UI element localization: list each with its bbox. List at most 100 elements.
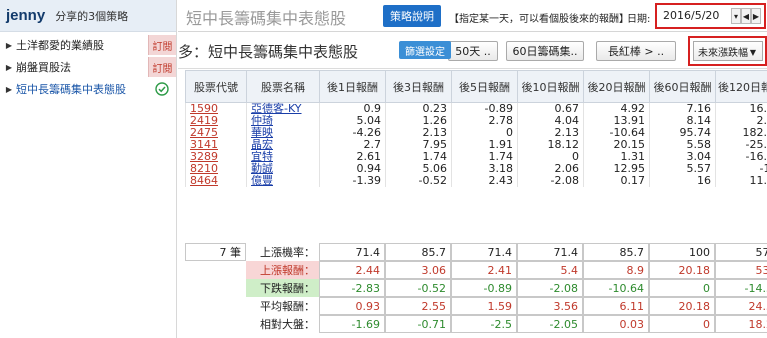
column-header-120d[interactable]: 後120日報酬: [715, 70, 767, 103]
summary-value: 71.4: [517, 243, 583, 261]
table-row[interactable]: 8464億豐-1.39-0.522.43-2.080.171611.18: [185, 175, 767, 187]
summary-value: 24.32: [715, 297, 767, 315]
summary-value: -14.59: [715, 279, 767, 297]
sidebar-item-strategy-3[interactable]: ▶ 短中長籌碼集中表態股: [0, 78, 176, 100]
summary-value: 0.93: [319, 297, 385, 315]
column-header-3d[interactable]: 後3日報酬: [385, 70, 452, 103]
summary-value: 5.4: [517, 261, 583, 279]
summary-value: 2.55: [385, 297, 451, 315]
date-picker-highlight: 2016/5/20 ▾ ◀ ▶: [655, 3, 766, 29]
summary-value: 100: [649, 243, 715, 261]
summary-value: -2.05: [517, 315, 583, 333]
summary-value: 85.7: [385, 243, 451, 261]
summary-value: -1.69: [319, 315, 385, 333]
date-label: 日期:: [627, 14, 651, 25]
date-input[interactable]: 2016/5/20: [660, 8, 732, 24]
sidebar-item-strategy-2[interactable]: ▶ 崩盤買股法 訂閱: [0, 56, 176, 78]
summary-value: -0.71: [385, 315, 451, 333]
sidebar-item-strategy-1[interactable]: ▶ 土洋都愛的業績股 訂閱: [0, 34, 176, 56]
return-cell: -0.52: [385, 175, 452, 187]
return-cell: 2.43: [451, 175, 518, 187]
expand-arrow-icon[interactable]: ▶: [2, 63, 16, 72]
return-cell: -2.08: [517, 175, 584, 187]
expand-arrow-icon[interactable]: ▶: [2, 41, 16, 50]
summary-label: 平均報酬：: [260, 300, 315, 313]
summary-value: 0: [649, 315, 715, 333]
summary-label: 相對大盤：: [260, 318, 315, 331]
summary-value: 18.24: [715, 315, 767, 333]
results-table-body: 1590亞德客-KY0.90.23-0.890.674.927.1616.962…: [185, 102, 767, 187]
dropdown-value: 未來漲跌幅: [698, 47, 748, 59]
summary-panel: 7 筆上漲機率：71.485.771.471.485.710057.1上漲報酬：…: [185, 243, 767, 338]
shared-count-label: 分享的3個策略: [55, 9, 129, 23]
summary-value: 20.18: [649, 297, 715, 315]
summary-value: -0.52: [385, 279, 451, 297]
main-header: 短中長籌碼集中表態股 策略說明 【指定某一天，可以看個股後來的報酬】 日期: 2…: [178, 0, 767, 32]
summary-value: 2.44: [319, 261, 385, 279]
summary-value: 3.56: [517, 297, 583, 315]
sidebar-item-label[interactable]: 短中長籌碼集中表態股: [16, 81, 148, 97]
subscribe-button[interactable]: 訂閱: [148, 57, 176, 77]
summary-label: 下跌報酬：: [246, 279, 319, 297]
summary-value: 53.5: [715, 261, 767, 279]
return-cell: -1.39: [319, 175, 386, 187]
return-cell: 11.18: [715, 175, 767, 187]
summary-row: 上漲報酬：2.443.062.415.48.920.1853.5: [185, 261, 767, 279]
summary-value: -0.89: [451, 279, 517, 297]
summary-row: 平均報酬： 0.932.551.593.566.1120.1824.32: [185, 297, 767, 315]
summary-value: 20.18: [649, 261, 715, 279]
summary-row: 上漲機率：71.485.771.471.485.710057.1: [185, 243, 767, 261]
page-title: 短中長籌碼集中表態股: [186, 9, 347, 28]
user-name[interactable]: jenny: [6, 7, 45, 24]
sidebar-header: jenny 分享的3個策略: [0, 0, 176, 32]
summary-value: 0.03: [583, 315, 649, 333]
date-next-icon[interactable]: ▶: [751, 8, 761, 24]
strategy-description-button[interactable]: 策略說明: [383, 5, 441, 27]
date-prev-icon[interactable]: ◀: [741, 8, 751, 24]
summary-value: 8.9: [583, 261, 649, 279]
condition-60day-button[interactable]: 60日籌碼集..: [506, 41, 584, 61]
summary-value: 71.4: [319, 243, 385, 261]
date-dropdown-icon[interactable]: ▾: [731, 8, 741, 24]
column-header-code[interactable]: 股票代號: [185, 70, 247, 103]
summary-value: -2.83: [319, 279, 385, 297]
summary-label: 上漲機率：: [260, 246, 315, 259]
summary-value: 71.4: [451, 243, 517, 261]
expand-arrow-icon[interactable]: ▶: [2, 85, 16, 94]
results-table: 股票代號 股票名稱 後1日報酬 後3日報酬 後5日報酬 後10日報酬 後20日報…: [185, 70, 767, 187]
column-header-1d[interactable]: 後1日報酬: [319, 70, 386, 103]
column-header-name[interactable]: 股票名稱: [246, 70, 320, 103]
summary-value: -10.64: [583, 279, 649, 297]
caret-down-icon: ▼: [749, 48, 756, 57]
check-circle-icon: [148, 82, 176, 96]
return-dropdown-highlight: 未來漲跌幅 ▼: [688, 36, 767, 66]
column-header-60d[interactable]: 後60日報酬: [649, 70, 716, 103]
sidebar: jenny 分享的3個策略 ▶ 土洋都愛的業績股 訂閱 ▶ 崩盤買股法 訂閱 ▶…: [0, 0, 177, 338]
stock-code-link[interactable]: 8464: [185, 175, 247, 187]
summary-value: -2.08: [517, 279, 583, 297]
summary-value: 6.11: [583, 297, 649, 315]
sidebar-item-label[interactable]: 崩盤買股法: [16, 59, 148, 75]
toolbar: 多：短中長籌碼集中表態股 50天 .. 篩選設定 60日籌碼集.. 長紅棒 > …: [178, 33, 767, 69]
summary-value: 0: [649, 279, 715, 297]
column-header-10d[interactable]: 後10日報酬: [517, 70, 584, 103]
summary-value: -2.5: [451, 315, 517, 333]
column-header-20d[interactable]: 後20日報酬: [583, 70, 650, 103]
filter-settings-button[interactable]: 篩選設定: [399, 41, 451, 59]
date-hint-text: 【指定某一天，可以看個股後來的報酬】: [449, 14, 629, 25]
return-cell: 16: [649, 175, 716, 187]
summary-value: 85.7: [583, 243, 649, 261]
sidebar-item-label[interactable]: 土洋都愛的業績股: [16, 37, 148, 53]
strategy-title: 多：短中長籌碼集中表態股: [178, 43, 359, 61]
summary-value: 1.59: [451, 297, 517, 315]
summary-label: 上漲報酬：: [246, 261, 319, 279]
column-header-5d[interactable]: 後5日報酬: [451, 70, 518, 103]
condition-50day-button[interactable]: 50天 ..: [448, 41, 498, 61]
summary-value: 3.06: [385, 261, 451, 279]
future-return-dropdown[interactable]: 未來漲跌幅 ▼: [693, 41, 763, 61]
condition-long-red-button[interactable]: 長紅棒 > ..: [596, 41, 676, 61]
summary-row: 相對大盤： -1.69-0.71-2.5-2.050.03018.24: [185, 315, 767, 333]
stock-name-link[interactable]: 億豐: [246, 175, 320, 187]
subscribe-button[interactable]: 訂閱: [148, 35, 176, 55]
summary-value: 57.1: [715, 243, 767, 261]
